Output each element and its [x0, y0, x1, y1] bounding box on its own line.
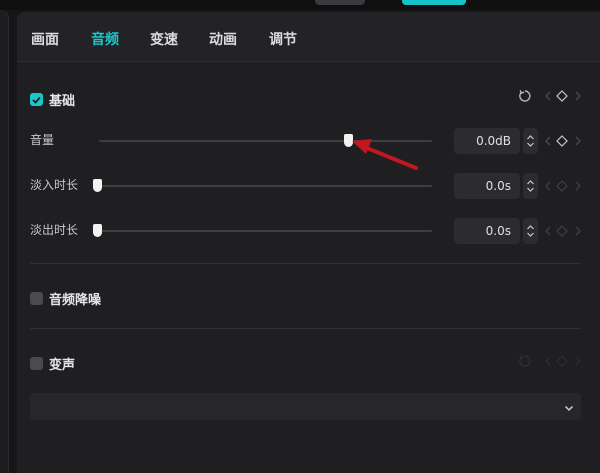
volume-slider-track[interactable]: [99, 140, 432, 142]
chevron-left-icon: [545, 181, 551, 191]
voice-change-dropdown[interactable]: [30, 393, 581, 420]
reset-icon: [519, 89, 531, 102]
volume-value-input[interactable]: 0.0dB: [454, 128, 520, 154]
fade-out-keyframe-button[interactable]: [555, 224, 569, 238]
volume-keyframe-button[interactable]: [555, 134, 569, 148]
prev-keyframe-button[interactable]: [543, 90, 553, 102]
chevron-right-icon: [575, 91, 581, 101]
voice-change-title: 变声: [49, 358, 76, 373]
chevron-left-icon: [545, 91, 551, 101]
fade-out-prev-keyframe-button[interactable]: [543, 225, 553, 237]
tab-video[interactable]: 画面: [31, 29, 59, 49]
volume-prev-keyframe-button[interactable]: [543, 135, 553, 147]
up-down-arrows-icon: [527, 135, 534, 147]
fade-in-keyframe-button[interactable]: [555, 179, 569, 193]
reset-icon: [519, 354, 531, 367]
diamond-icon: [556, 225, 568, 237]
fade-in-prev-keyframe-button[interactable]: [543, 180, 553, 192]
up-down-arrows-icon: [527, 225, 534, 237]
fade-out-slider-thumb[interactable]: [93, 224, 102, 237]
chevron-right-icon: [575, 136, 581, 146]
fade-in-label: 淡入时长: [30, 178, 79, 192]
diamond-icon: [556, 135, 568, 147]
voice-change-next-keyframe-button[interactable]: [573, 355, 583, 367]
diamond-icon: [556, 355, 568, 367]
keyframe-button[interactable]: [555, 89, 569, 103]
voice-change-checkbox[interactable]: [30, 357, 43, 370]
volume-slider-thumb[interactable]: [344, 134, 353, 147]
fade-in-next-keyframe-button[interactable]: [573, 180, 583, 192]
volume-next-keyframe-button[interactable]: [573, 135, 583, 147]
fade-out-stepper[interactable]: [523, 218, 538, 244]
properties-panel: 画面 音频 变速 动画 调节 基础 音量 0.0dB 淡入时长 0.0s 淡出时…: [17, 12, 600, 473]
chevron-left-icon: [545, 136, 551, 146]
tab-animation[interactable]: 动画: [209, 29, 237, 49]
chevron-left-icon: [545, 226, 551, 236]
noise-reduction-section-header: 音频降噪: [30, 289, 101, 308]
left-panel-edge: [0, 10, 9, 473]
tab-audio[interactable]: 音频: [91, 29, 119, 49]
fade-out-label: 淡出时长: [30, 223, 79, 237]
reset-button[interactable]: [517, 88, 533, 104]
volume-stepper[interactable]: [523, 128, 538, 154]
top-toolbar-button[interactable]: [315, 0, 365, 5]
chevron-right-icon: [575, 181, 581, 191]
fade-in-slider-thumb[interactable]: [93, 179, 102, 192]
next-keyframe-button[interactable]: [573, 90, 583, 102]
tab-adjust[interactable]: 调节: [269, 29, 297, 49]
check-icon: [32, 96, 41, 104]
fade-out-next-keyframe-button[interactable]: [573, 225, 583, 237]
fade-in-slider-track[interactable]: [97, 185, 432, 187]
voice-change-reset-button[interactable]: [517, 353, 533, 369]
noise-reduction-title: 音频降噪: [49, 293, 102, 308]
diamond-icon: [556, 180, 568, 192]
tab-speed[interactable]: 变速: [150, 29, 178, 49]
noise-reduction-checkbox[interactable]: [30, 292, 43, 305]
section-divider: [30, 328, 581, 329]
section-divider: [30, 263, 581, 264]
basic-section-title: 基础: [49, 94, 76, 109]
fade-in-stepper[interactable]: [523, 173, 538, 199]
top-strip: [0, 0, 600, 10]
chevron-left-icon: [545, 356, 551, 366]
chevron-right-icon: [575, 226, 581, 236]
tab-bar: 画面 音频 变速 动画 调节: [17, 12, 600, 62]
basic-section-header: 基础: [30, 90, 75, 109]
basic-checkbox[interactable]: [30, 93, 43, 106]
chevron-right-icon: [575, 356, 581, 366]
up-down-arrows-icon: [527, 180, 534, 192]
fade-out-slider-track[interactable]: [97, 230, 432, 232]
volume-label: 音量: [30, 133, 55, 147]
voice-change-prev-keyframe-button[interactable]: [543, 355, 553, 367]
diamond-icon: [556, 90, 568, 102]
fade-in-value-input[interactable]: 0.0s: [454, 173, 520, 199]
voice-change-keyframe-button[interactable]: [555, 354, 569, 368]
fade-out-value-input[interactable]: 0.0s: [454, 218, 520, 244]
voice-change-section-header: 变声: [30, 354, 75, 373]
chevron-down-icon: [563, 399, 575, 418]
top-export-button[interactable]: [402, 0, 466, 5]
